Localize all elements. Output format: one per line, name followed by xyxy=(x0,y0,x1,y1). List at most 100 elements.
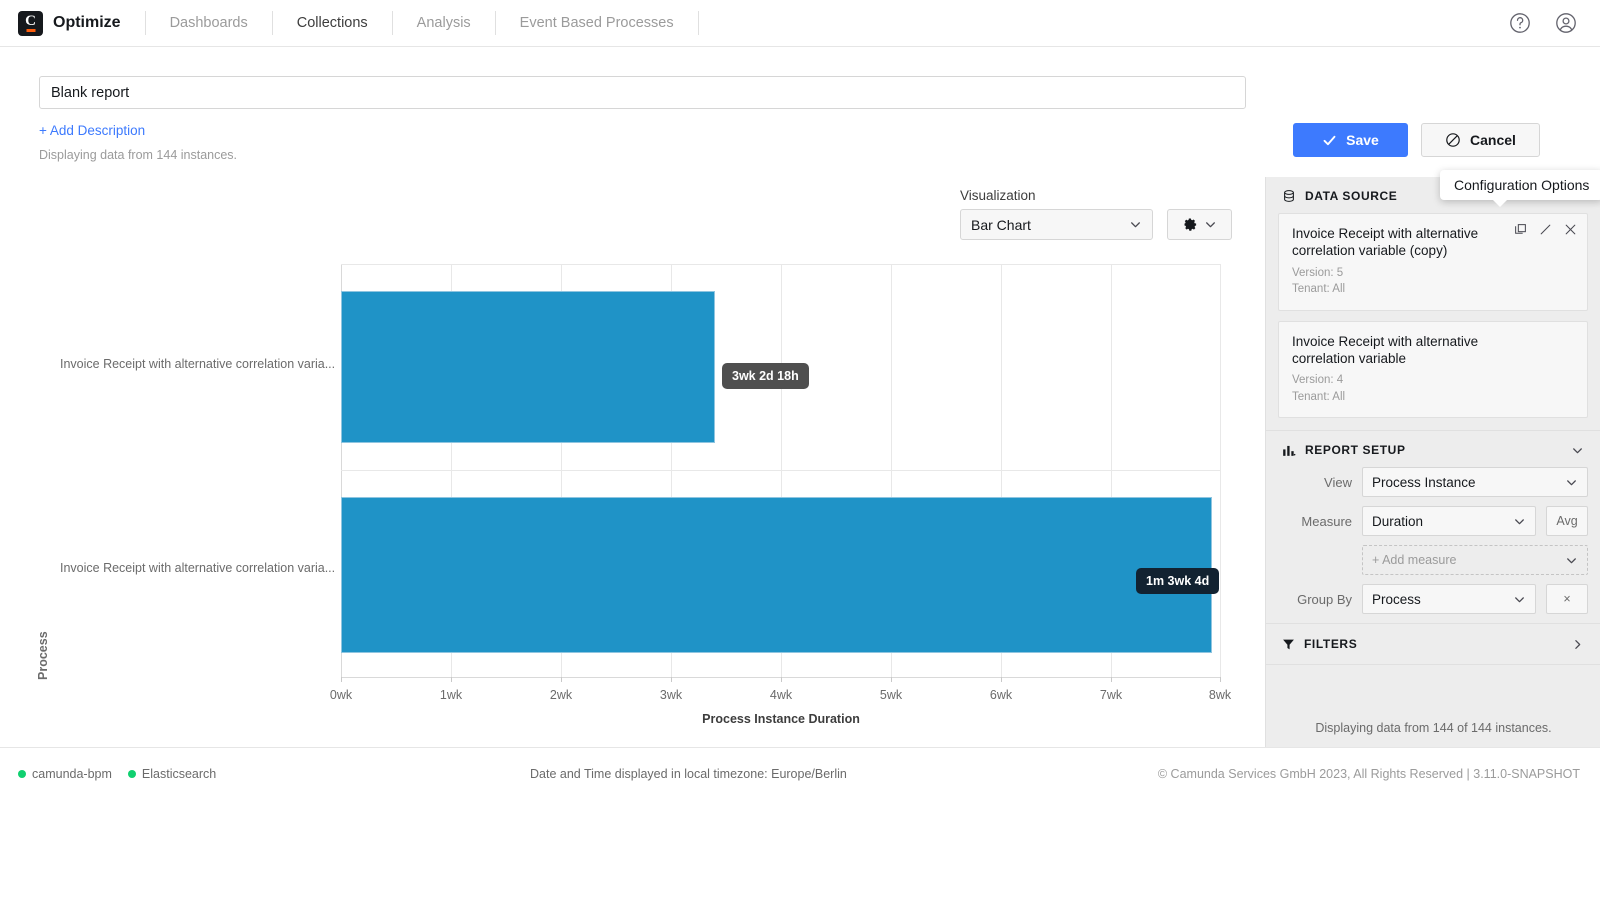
status-dot-icon xyxy=(18,770,26,778)
chart-xtick-mark xyxy=(561,677,562,682)
chart-xtick-mark xyxy=(891,677,892,682)
footer-copyright: © Camunda Services GmbH 2023, All Rights… xyxy=(1158,767,1580,781)
panel-instances-note: Displaying data from 144 of 144 instance… xyxy=(1266,709,1600,747)
view-label: View xyxy=(1278,475,1352,490)
group-by-label: Group By xyxy=(1278,592,1352,607)
nav-divider-4 xyxy=(698,11,699,35)
chevron-down-icon xyxy=(1565,476,1578,489)
chevron-right-icon[interactable] xyxy=(1571,638,1584,651)
nav-item-analysis[interactable]: Analysis xyxy=(393,0,495,47)
main-nav: Dashboards Collections Analysis Event Ba… xyxy=(146,0,699,47)
chart-xtick-label-7: 7wk xyxy=(1100,688,1122,702)
chart-bar-1[interactable] xyxy=(341,497,1212,653)
app-footer: camunda-bpm Elasticsearch Date and Time … xyxy=(0,747,1600,800)
measure-select[interactable]: Duration xyxy=(1362,506,1536,536)
cancel-button[interactable]: Cancel xyxy=(1421,123,1540,157)
report-chart: Process Invoice Receipt with alternative… xyxy=(0,250,1250,750)
chart-y-axis-title: Process xyxy=(36,631,50,680)
chart-bar-label-1: 1m 3wk 4d xyxy=(1136,568,1219,594)
chart-category-label-1: Invoice Receipt with alternative correla… xyxy=(60,561,330,575)
filters-section-title: FILTERS xyxy=(1304,637,1357,651)
visualization-label: Visualization xyxy=(960,188,1232,203)
chart-x-axis-title: Process Instance Duration xyxy=(702,712,860,726)
remove-group-by-button[interactable]: × xyxy=(1546,584,1588,614)
chart-xtick-label-4: 4wk xyxy=(770,688,792,702)
filters-section-header[interactable]: FILTERS xyxy=(1266,623,1600,665)
check-icon xyxy=(1322,133,1337,148)
copy-icon[interactable] xyxy=(1514,223,1527,236)
nav-item-dashboards[interactable]: Dashboards xyxy=(146,0,272,47)
help-circle-icon[interactable] xyxy=(1508,11,1532,35)
database-icon xyxy=(1282,189,1296,203)
measure-row: Measure Duration Avg xyxy=(1266,506,1600,536)
chevron-down-icon xyxy=(1204,218,1217,231)
status-dot-icon xyxy=(128,770,136,778)
nav-item-event-based-processes[interactable]: Event Based Processes xyxy=(496,0,698,47)
view-select-value: Process Instance xyxy=(1372,475,1476,490)
chart-xtick-mark xyxy=(1220,677,1221,682)
add-measure-row: + Add measure xyxy=(1266,545,1600,575)
data-source-tenant: Tenant: All xyxy=(1292,390,1574,406)
chart-xtick-mark xyxy=(1111,677,1112,682)
cancel-icon xyxy=(1445,132,1461,148)
group-by-row: Group By Process × xyxy=(1266,584,1600,614)
chart-config-button[interactable] xyxy=(1167,209,1232,240)
chart-gridline-h xyxy=(341,470,1221,471)
chevron-down-icon xyxy=(1513,593,1526,606)
brand-name: Optimize xyxy=(53,14,121,32)
chart-xtick-mark xyxy=(1001,677,1002,682)
connection-label: Elasticsearch xyxy=(142,767,216,781)
chart-bar-label-0: 3wk 2d 18h xyxy=(722,363,809,389)
aggregation-select[interactable]: Avg xyxy=(1546,506,1588,536)
remove-group-by-label: × xyxy=(1563,592,1570,606)
chevron-down-icon xyxy=(1129,218,1142,231)
close-icon[interactable] xyxy=(1564,223,1577,236)
view-select[interactable]: Process Instance xyxy=(1362,467,1588,497)
measure-label: Measure xyxy=(1278,514,1352,529)
report-subheader: + Add Description Displaying data from 1… xyxy=(0,47,1600,177)
gear-icon xyxy=(1183,217,1198,232)
filter-icon xyxy=(1282,638,1295,651)
chart-gridline-h xyxy=(341,264,1221,265)
visualization-select[interactable]: Bar Chart xyxy=(960,209,1153,240)
chart-xtick-label-2: 2wk xyxy=(550,688,572,702)
chart-xtick-label-6: 6wk xyxy=(990,688,1012,702)
view-row: View Process Instance xyxy=(1266,467,1600,497)
chart-xtick-label-1: 1wk xyxy=(440,688,462,702)
chart-xtick-label-0: 0wk xyxy=(330,688,352,702)
chart-xtick-mark xyxy=(451,677,452,682)
brand[interactable]: C Optimize xyxy=(0,11,121,36)
add-measure-button[interactable]: + Add measure xyxy=(1362,545,1588,575)
chart-plot-area: 3wk 2d 18h 1m 3wk 4d 0wk 1wk 2wk 3wk 4wk… xyxy=(341,264,1221,919)
data-source-card-0[interactable]: Invoice Receipt with alternative correla… xyxy=(1278,213,1588,311)
app-header: C Optimize Dashboards Collections Analys… xyxy=(0,0,1600,47)
connection-label: camunda-bpm xyxy=(32,767,112,781)
user-circle-icon[interactable] xyxy=(1554,11,1578,35)
chart-bar-0[interactable] xyxy=(341,291,715,443)
visualization-select-value: Bar Chart xyxy=(971,217,1031,233)
group-by-select-value: Process xyxy=(1372,592,1421,607)
chevron-down-icon xyxy=(1565,554,1578,567)
configuration-options-tooltip: Configuration Options xyxy=(1440,170,1600,200)
chevron-down-icon xyxy=(1513,515,1526,528)
save-button-label: Save xyxy=(1346,132,1379,148)
chart-xtick-mark xyxy=(671,677,672,682)
chart-category-label-0: Invoice Receipt with alternative correla… xyxy=(60,357,330,371)
data-source-section-title: DATA SOURCE xyxy=(1305,189,1397,203)
report-config-panel: DATA SOURCE Invoice Receipt with alterna… xyxy=(1265,177,1600,747)
chevron-down-icon[interactable] xyxy=(1571,444,1584,457)
group-by-select[interactable]: Process xyxy=(1362,584,1536,614)
edit-icon[interactable] xyxy=(1539,223,1552,236)
connection-elasticsearch: Elasticsearch xyxy=(128,767,216,781)
report-setup-section-header[interactable]: REPORT SETUP xyxy=(1266,431,1600,467)
nav-item-collections[interactable]: Collections xyxy=(273,0,392,47)
connection-camunda-bpm: camunda-bpm xyxy=(18,767,112,781)
bar-chart-icon xyxy=(1282,443,1296,457)
save-button[interactable]: Save xyxy=(1293,123,1408,157)
aggregation-value: Avg xyxy=(1556,514,1577,528)
data-source-actions xyxy=(1514,223,1577,236)
report-title-input[interactable] xyxy=(39,76,1246,109)
data-source-card-1[interactable]: Invoice Receipt with alternative correla… xyxy=(1278,321,1588,419)
add-description-button[interactable]: + Add Description xyxy=(39,123,145,138)
report-setup-section-title: REPORT SETUP xyxy=(1305,443,1406,457)
